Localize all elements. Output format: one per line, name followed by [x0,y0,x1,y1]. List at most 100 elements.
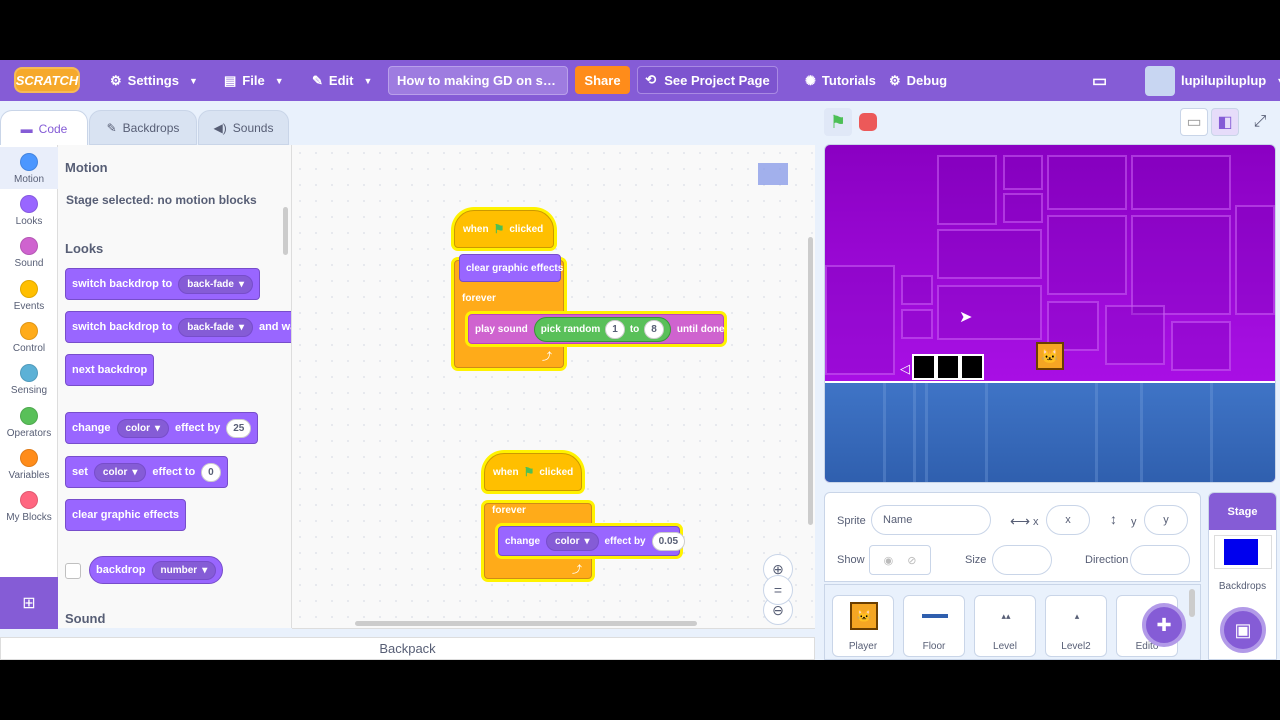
when-flag-clicked-hat-2[interactable]: when ⚑ clicked [484,453,582,491]
x-input[interactable]: x [1046,505,1090,535]
fullscreen-button[interactable]: ⤢ [1246,108,1274,136]
large-stage-button[interactable]: ◧ [1211,108,1239,136]
sprite-tile-floor[interactable]: Floor [903,595,965,657]
player-sprite[interactable]: 🐱 [1036,342,1064,370]
show-label: Show [837,554,865,566]
operators-dot-icon [20,407,38,425]
code-horizontal-scrollbar[interactable] [355,621,697,626]
eye-off-icon: ⊘ [907,554,917,567]
backdrop-reporter-block[interactable]: backdrop number ▾ [89,556,224,584]
switch-backdrop-and-wait-block[interactable]: switch backdrop to back-fade▾ and wait [65,311,291,343]
file-menu[interactable]: ▤ File ▼ [224,60,284,101]
choose-backdrop-button[interactable]: ▣ [1220,607,1266,653]
chevron-down-icon: ▾ [202,564,208,576]
backdrop-dropdown[interactable]: back-fade ▾ [178,274,253,294]
stop-button[interactable] [854,108,882,136]
project-title-input[interactable]: How to making GD on scr... [388,66,568,95]
brush-icon: ✎ [106,120,117,135]
clear-graphic-effects-block[interactable]: clear graphic effects [65,499,186,531]
backdrop-monitor-checkbox[interactable] [65,563,81,579]
category-variables[interactable]: Variables [0,443,58,485]
avatar[interactable] [1145,66,1175,96]
share-button[interactable]: Share [575,66,630,94]
effect-dropdown[interactable]: color ▾ [93,462,147,482]
effect-value-input[interactable]: 0 [201,462,221,482]
block-obstacle [960,354,984,380]
sprite-tile-level2[interactable]: ▴ Level2 [1045,595,1107,657]
y-input[interactable]: y [1144,505,1188,535]
direction-input[interactable] [1130,545,1190,575]
backdrop-dropdown[interactable]: back-fade ▾ [178,317,253,337]
folder-icon[interactable]: ▭ [1092,60,1107,101]
small-stage-button[interactable]: ▭ [1180,108,1208,136]
random-from-input[interactable]: 1 [605,319,625,339]
control-dot-icon [20,322,38,340]
category-motion[interactable]: Motion [0,147,58,189]
backdrop-tile [1105,305,1165,365]
backdrop-tile [1047,215,1127,295]
sprite-list-scrollbar[interactable] [1189,589,1195,617]
change-effect-block[interactable]: change color ▾ effect by 25 [65,412,259,444]
motion-heading: Motion [65,160,108,175]
change-color-effect-block[interactable]: change color ▾ effect by 0.05 [498,526,686,556]
settings-menu[interactable]: ⚙ Settings ▼ [110,60,198,101]
see-project-page-button[interactable]: ⟲ See Project Page [637,66,778,94]
scratch-logo[interactable]: SCRATCH [14,67,80,93]
tab-backdrops[interactable]: ✎ Backdrops [89,110,197,145]
play-sound-until-done-block[interactable]: play sound pick random 1 to 8 until done [468,314,725,344]
debug-icon: ⚙ [889,72,901,88]
choose-sprite-button[interactable]: ✚ [1142,603,1186,647]
pick-random-block[interactable]: pick random 1 to 8 [533,316,671,342]
x-label: x [1033,516,1039,528]
backdrop-tile [901,275,933,305]
large-stage-icon: ◧ [1217,114,1233,131]
category-sound[interactable]: Sound [0,231,58,273]
add-extension-button[interactable]: ⊞ [0,577,58,629]
clear-graphic-effects-block-1[interactable]: clear graphic effects [459,254,563,282]
sprite-tile-level[interactable]: ▴▴ Level [974,595,1036,657]
random-to-input[interactable]: 8 [644,319,664,339]
tab-code[interactable]: ▬ Code [0,110,88,146]
effect-amount-input[interactable]: 25 [226,418,252,438]
effect-dropdown[interactable]: color ▾ [116,418,169,438]
stage-canvas[interactable]: ◁ 🐱 ➤ [824,144,1276,483]
when-flag-clicked-hat-1[interactable]: when ⚑ clicked [454,210,554,248]
backpack[interactable]: Backpack [0,637,815,660]
pencil-icon: ✎ [312,72,323,88]
visibility-toggle[interactable]: ◉ ⊘ [869,545,931,575]
backdrop-number-dropdown[interactable]: number ▾ [151,560,217,580]
next-backdrop-block[interactable]: next backdrop [65,354,155,386]
effect-dropdown[interactable]: color ▾ [546,531,599,551]
events-dot-icon [20,280,38,298]
edit-menu[interactable]: ✎ Edit ▼ [312,60,372,101]
stage-target-panel[interactable]: Stage Backdrops ▣ [1208,492,1277,660]
effect-amount-input[interactable]: 0.05 [651,531,686,551]
sprite-name-input[interactable]: Name [871,505,991,535]
chevron-down-icon: ▾ [132,466,138,478]
size-input[interactable] [992,545,1052,575]
set-effect-block[interactable]: set color ▾ effect to 0 [65,456,228,488]
switch-backdrop-block[interactable]: switch backdrop to back-fade ▾ [65,268,260,300]
category-menu: Motion Looks Sound Events Control Sensin… [0,145,58,577]
sprite-tile-player[interactable]: 🐱 Player [832,595,894,657]
category-my-blocks[interactable]: My Blocks [0,485,58,527]
tutorials-button[interactable]: ✺ Tutorials [805,60,876,101]
account-menu[interactable]: lupilupiluplup▼ [1181,60,1280,101]
zoom-reset-button[interactable]: = [763,575,793,605]
ground-line [985,383,988,482]
backdrop-tile [1003,155,1043,190]
category-looks[interactable]: Looks [0,189,58,231]
category-operators[interactable]: Operators [0,401,58,443]
tab-sounds[interactable]: ◀) Sounds [198,110,289,145]
code-vertical-scrollbar[interactable] [808,237,813,525]
category-sensing[interactable]: Sensing [0,358,58,400]
backdrop-tile [1235,205,1275,315]
small-stage-icon: ▭ [1186,114,1202,131]
debug-button[interactable]: ⚙ Debug [889,60,947,101]
category-events[interactable]: Events [0,274,58,316]
palette-scrollbar[interactable] [283,207,288,255]
category-control[interactable]: Control [0,316,58,358]
block-obstacle [936,354,960,380]
green-flag-button[interactable]: ⚑ [824,108,852,136]
code-area[interactable]: when ⚑ clicked clear graphic effects forev… [292,145,815,629]
